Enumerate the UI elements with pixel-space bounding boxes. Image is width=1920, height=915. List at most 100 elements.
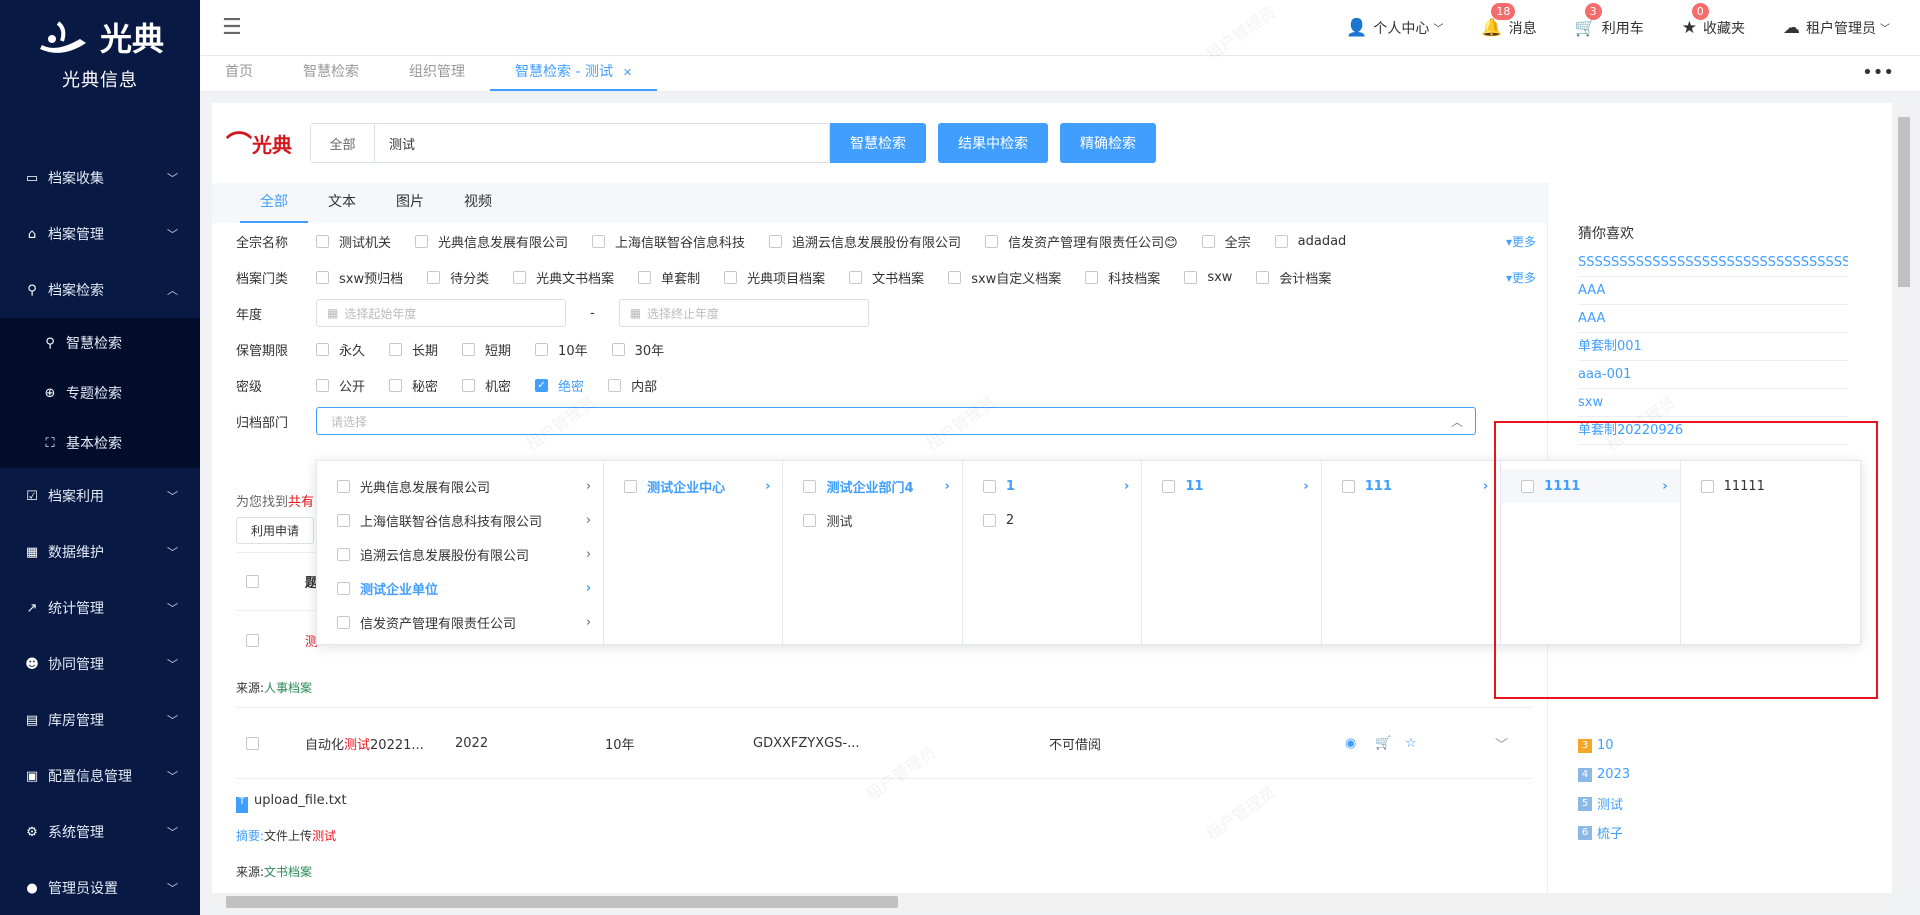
recommend-item[interactable]: 单套制001	[1578, 333, 1848, 361]
hamburger-icon[interactable]: ☰	[222, 15, 242, 40]
sidebar-item-smart-search[interactable]: ⚲ 智慧检索	[0, 318, 200, 368]
messages-button[interactable]: 🔔 18 消息	[1481, 2, 1537, 38]
category-option[interactable]: 文书档案	[849, 268, 924, 287]
sidebar-item-collect[interactable]: ▭ 档案收集 ﹀	[0, 150, 200, 206]
more-fonds-link[interactable]: ▾更多	[1506, 233, 1536, 250]
tab-org[interactable]: 组织管理	[384, 55, 490, 91]
recommend-item[interactable]: aaa-001	[1578, 361, 1848, 389]
category-option[interactable]: 会计档案	[1256, 268, 1331, 287]
sidebar-item-stats[interactable]: ↗ 统计管理 ﹀	[0, 580, 200, 636]
checkbox[interactable]	[389, 378, 403, 392]
more-category-link[interactable]: ▾更多	[1506, 269, 1536, 286]
search-scope-select[interactable]: 全部	[311, 124, 376, 162]
recommend-item[interactable]: SSSSSSSSSSSSSSSSSSSSSSSSSSSSSSSSSSSSSS	[1578, 249, 1848, 277]
period-option[interactable]: 长期	[389, 340, 438, 359]
category-option[interactable]: 科技档案	[1085, 268, 1160, 287]
rank-item[interactable]: 3 10	[1578, 731, 1630, 760]
fonds-option[interactable]: 上海信联智谷信息科技	[592, 232, 745, 251]
checkbox[interactable]	[316, 342, 329, 356]
scroll-thumb[interactable]	[226, 896, 898, 908]
year-end-picker[interactable]: ▦ 选择终止年度	[618, 299, 869, 327]
sidebar-item-manage[interactable]: ⌂ 档案管理 ﹀	[0, 206, 200, 262]
checkbox[interactable]	[982, 513, 996, 527]
cascader-option[interactable]: 信发资产管理有限责任公司 ›	[317, 605, 603, 639]
checkbox[interactable]	[316, 234, 329, 248]
fonds-option[interactable]: 光典信息发展有限公司	[415, 232, 568, 251]
tab-all[interactable]: 全部	[240, 183, 308, 223]
sidebar-item-basic-search[interactable]: ⛶ 基本检索	[0, 418, 200, 468]
sidebar-item-search[interactable]: ⚲ 档案检索 ︿	[0, 262, 200, 318]
checkbox[interactable]	[803, 513, 817, 527]
recommend-item[interactable]: sxw	[1578, 389, 1848, 417]
tab-image[interactable]: 图片	[376, 183, 444, 223]
checkbox[interactable]	[535, 342, 549, 356]
category-option[interactable]: 待分类	[427, 268, 489, 287]
checkbox[interactable]	[724, 270, 738, 284]
row-checkbox[interactable]	[246, 634, 259, 647]
tab-smart-search[interactable]: 智慧检索	[278, 55, 384, 91]
checkbox[interactable]	[948, 270, 962, 284]
fonds-option[interactable]: 测试机关	[316, 232, 391, 251]
checkbox[interactable]	[982, 479, 996, 493]
scroll-thumb[interactable]	[1898, 117, 1910, 287]
horizontal-scrollbar[interactable]	[212, 893, 1892, 909]
tab-text[interactable]: 文本	[308, 183, 376, 223]
tab-video[interactable]: 视频	[444, 183, 512, 223]
chevron-down-icon[interactable]: ﹀	[1495, 734, 1508, 753]
checkbox[interactable]	[1256, 270, 1270, 284]
secret-option[interactable]: 机密	[462, 376, 511, 395]
secret-option-checked[interactable]: ✓ 绝密	[535, 376, 584, 395]
checkbox[interactable]	[337, 581, 350, 595]
personal-center-button[interactable]: 👤 个人中心 ﹀	[1346, 18, 1443, 38]
recommend-item[interactable]: AAA	[1578, 277, 1848, 305]
secret-option[interactable]: 公开	[316, 376, 365, 395]
checkbox[interactable]	[638, 270, 652, 284]
checkbox[interactable]	[389, 342, 403, 356]
rank-item[interactable]: 6 梳子	[1578, 818, 1630, 847]
cascader-option[interactable]: 光典信息发展有限公司 ›	[317, 469, 603, 503]
sidebar-item-topic-search[interactable]: ⊕ 专题检索	[0, 368, 200, 418]
checkbox[interactable]	[415, 234, 429, 248]
vertical-scrollbar[interactable]	[1896, 103, 1912, 893]
sidebar-item-config[interactable]: ▣ 配置信息管理 ﹀	[0, 748, 200, 804]
search-in-results-button[interactable]: 结果中检索	[938, 123, 1049, 163]
category-option[interactable]: 单套制	[638, 268, 700, 287]
cascader-option[interactable]: 测试	[783, 503, 961, 537]
category-option[interactable]: 光典项目档案	[724, 268, 825, 287]
fonds-option[interactable]: 信发资产管理有限责任公司😊	[985, 232, 1178, 251]
cascader-option-active[interactable]: 测试企业中心 ›	[604, 469, 782, 503]
checkbox[interactable]	[769, 234, 783, 248]
sidebar-item-storage[interactable]: ▤ 库房管理 ﹀	[0, 692, 200, 748]
sidebar-item-use[interactable]: ☑ 档案利用 ﹀	[0, 468, 200, 524]
view-icon[interactable]: ◉	[1345, 736, 1375, 751]
tab-smart-search-test[interactable]: 智慧检索 - 测试 ✕	[490, 55, 658, 91]
checkbox[interactable]	[624, 479, 638, 493]
checkbox[interactable]	[462, 378, 476, 392]
checkbox[interactable]	[462, 342, 476, 356]
checkbox[interactable]	[337, 513, 350, 527]
cascader-option-active[interactable]: 测试企业单位 ›	[317, 571, 603, 605]
cascader-option[interactable]: 追溯云信息发展股份有限公司 ›	[317, 537, 603, 571]
exact-search-button[interactable]: 精确检索	[1060, 123, 1157, 163]
select-all-checkbox[interactable]	[246, 575, 259, 588]
checkbox[interactable]	[985, 234, 999, 248]
fonds-option[interactable]: 追溯云信息发展股份有限公司	[769, 232, 961, 251]
checkbox[interactable]	[1085, 270, 1099, 284]
category-option[interactable]: sxw自定义档案	[948, 268, 1061, 287]
smart-search-button[interactable]: 智慧检索	[830, 123, 927, 163]
tab-home[interactable]: 首页	[200, 55, 278, 91]
checkbox[interactable]	[316, 270, 329, 284]
user-menu[interactable]: ☁ 租户管理员 ﹀	[1783, 18, 1890, 38]
recommend-item[interactable]: AAA	[1578, 305, 1848, 333]
checkbox[interactable]	[592, 234, 606, 248]
search-input[interactable]: 测试	[375, 124, 829, 162]
sidebar-item-collab[interactable]: ☻ 协同管理 ﹀	[0, 636, 200, 692]
checkbox[interactable]	[316, 378, 329, 392]
star-icon[interactable]: ☆	[1405, 736, 1495, 751]
fonds-option[interactable]: 全宗	[1201, 232, 1251, 251]
period-option[interactable]: 10年	[535, 340, 588, 359]
checkbox[interactable]	[1184, 270, 1198, 284]
table-row[interactable]: 自动化测试20221... 2022 10年 GDXXFZYXGS-... 不可…	[236, 707, 1532, 779]
attachment[interactable]: Tupload_file.txt	[236, 793, 347, 813]
checkbox[interactable]	[1341, 479, 1355, 493]
